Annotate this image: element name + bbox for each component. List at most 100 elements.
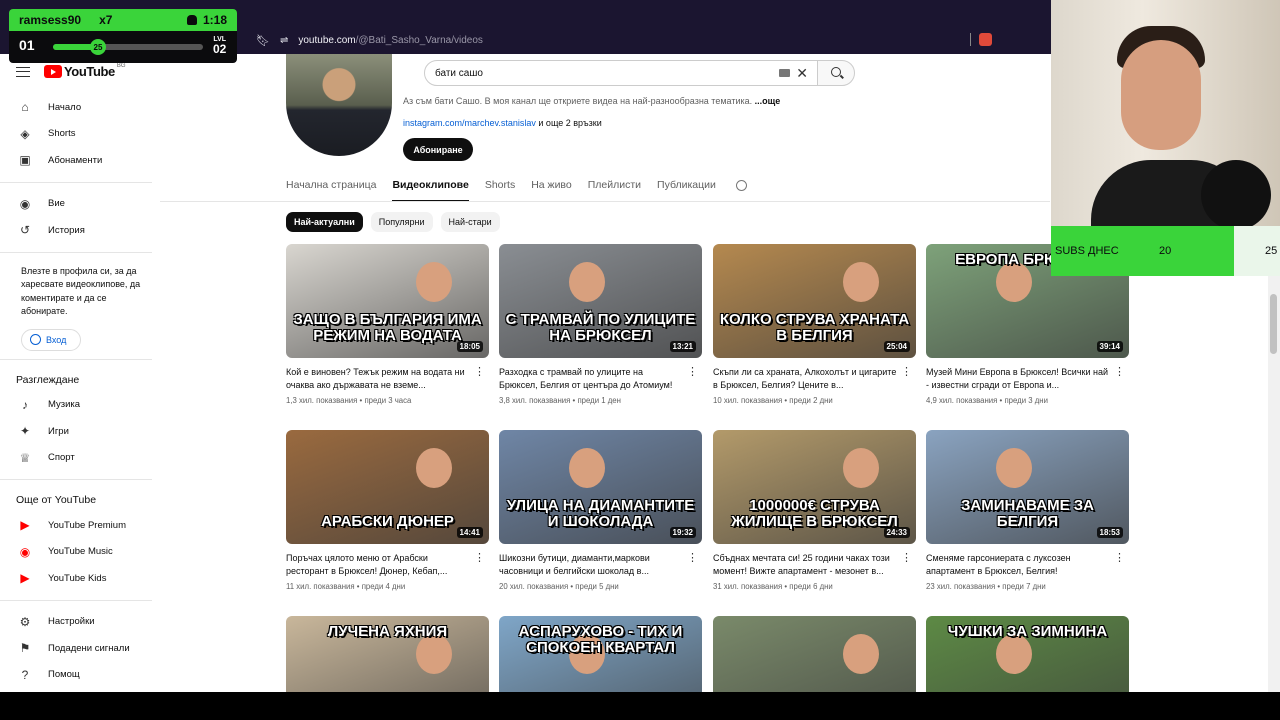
video-card[interactable]: 1000000€ СТРУВА ЖИЛИЩЕ В БРЮКСЕЛ 24:33 Сбъ… [713, 430, 916, 591]
video-meta: 31 хил. показвания • преди 6 дни [713, 582, 916, 591]
video-thumbnail[interactable]: АРАБСКИ ДЮНЕР 14:41 [286, 430, 489, 544]
brave-shield-icon[interactable] [979, 33, 992, 46]
sidebar-item-youtube-music[interactable]: ◉ YouTube Music [0, 539, 154, 566]
youtube-logo[interactable]: YouTube BG [44, 63, 126, 79]
tab-2[interactable]: Shorts [485, 172, 515, 202]
video-views: 4,9 хил. показвания [926, 396, 998, 405]
video-thumbnail[interactable]: ЧУШКИ ЗА ЗИМНИНА [926, 616, 1129, 692]
channel-about[interactable]: Аз съм бати Сашо. В моя канал ще откриет… [403, 96, 780, 106]
video-card[interactable]: ПИСНА МИ ДА [713, 616, 916, 692]
sidebar-item-history[interactable]: ↺ История [0, 217, 154, 244]
bookmark-icon[interactable]: 🔖︎ [256, 34, 270, 47]
hud-progress-value: 25 [90, 39, 106, 55]
scrollbar-thumb[interactable] [1270, 294, 1277, 354]
video-card[interactable]: ЗАМИНАВАМЕ ЗА БЕЛГИЯ 18:53 Сменяме гарсони… [926, 430, 1129, 591]
sidebar-item-label: Подадени сигнали [48, 642, 130, 654]
sidebar-item-user-circle[interactable]: ◉ Вие [0, 191, 154, 218]
channel-avatar[interactable] [286, 54, 392, 156]
sidebar-item-help[interactable]: ? Помощ [0, 662, 154, 689]
video-card[interactable]: ЛУЧЕНА ЯХНИЯ [286, 616, 489, 692]
video-views: 20 хил. показвания [499, 582, 569, 591]
video-views: 31 хил. показвания [713, 582, 783, 591]
thumbnail-text: ЗАЩО В БЪЛГАРИЯ ИМА РЕЖИМ НА ВОДАТА [293, 311, 482, 344]
thumbnail-person [569, 262, 605, 302]
thumbnail-person [996, 448, 1032, 488]
about-more[interactable]: ...още [755, 96, 781, 106]
sidebar-item-flag[interactable]: ⚑ Подадени сигнали [0, 635, 154, 662]
sidebar-item-shorts[interactable]: ◈ Shorts [0, 121, 154, 148]
more-heading: Още от YouTube [16, 494, 97, 506]
more-vert-icon[interactable]: ⋮ [901, 553, 912, 564]
video-thumbnail[interactable]: АСПАРУХОВО - ТИХ И СПОКОЕН КВАРТАЛ [499, 616, 702, 692]
tab-0[interactable]: Начална страница [286, 172, 376, 202]
more-vert-icon[interactable]: ⋮ [1114, 367, 1125, 378]
sidebar-divider [0, 181, 152, 183]
video-card[interactable]: КОЛКО СТРУВА ХРАНАТА В БЕЛГИЯ 25:04 Скъпи … [713, 244, 916, 405]
more-vert-icon[interactable]: ⋮ [474, 553, 485, 564]
video-card[interactable]: ЧУШКИ ЗА ЗИМНИНА [926, 616, 1129, 692]
video-duration: 13:21 [669, 341, 696, 352]
video-title[interactable]: Сменяме гарсониерата с луксозен апартаме… [926, 552, 1129, 578]
video-thumbnail[interactable]: ПИСНА МИ ДА [713, 616, 916, 692]
sidebar-item-trophy[interactable]: ♕ Спорт [0, 445, 154, 472]
sidebar-item-music[interactable]: ♪ Музика [0, 392, 154, 419]
sidebar-item-gamepad[interactable]: ✦ Игри [0, 418, 154, 445]
video-meta: 4,9 хил. показвания • преди 3 дни [926, 396, 1129, 405]
tab-1[interactable]: Видеоклипове [392, 172, 469, 202]
subscribe-button[interactable]: Абониране [403, 138, 473, 161]
hud-level-next: 02 [213, 42, 227, 56]
more-vert-icon[interactable]: ⋮ [687, 367, 698, 378]
sidebar-item-gear[interactable]: ⚙ Настройки [0, 609, 154, 636]
video-card[interactable]: С ТРАМВАЙ ПО УЛИЦИТЕ НА БРЮКСЕЛ 13:21 Разх… [499, 244, 702, 405]
video-title[interactable]: Шикозни бутици, диаманти,маркови часовни… [499, 552, 702, 578]
video-thumbnail[interactable]: УЛИЦА НА ДИАМАНТИТЕ И ШОКОЛАДА 19:32 [499, 430, 702, 544]
chip-1[interactable]: Популярни [370, 212, 433, 232]
stream-hud: ramsess90 x7 1:18 01 25 LVL 02 [9, 9, 237, 63]
video-thumbnail[interactable]: 1000000€ СТРУВА ЖИЛИЩЕ В БРЮКСЕЛ 24:33 [713, 430, 916, 544]
sidebar-item-home[interactable]: ⌂ Начало [0, 94, 154, 121]
close-icon[interactable]: ✕ [796, 65, 808, 82]
sidebar-item-youtube-kids[interactable]: ▶ YouTube Kids [0, 565, 154, 592]
video-title[interactable]: Поръчах цялото меню от Арабски ресторант… [286, 552, 489, 578]
video-thumbnail[interactable]: ЗАЩО В БЪЛГАРИЯ ИМА РЕЖИМ НА ВОДАТА 18:05 [286, 244, 489, 358]
search-input[interactable]: бати сашо ✕ [424, 60, 819, 86]
site-info-icon[interactable]: ⇌ [280, 35, 288, 46]
tab-4[interactable]: Плейлисти [588, 172, 641, 202]
more-vert-icon[interactable]: ⋮ [901, 367, 912, 378]
more-links[interactable]: и още 2 връзки [538, 118, 601, 128]
subs-count: 20 [1159, 245, 1172, 257]
menu-icon[interactable] [16, 66, 30, 77]
more-vert-icon[interactable]: ⋮ [1114, 553, 1125, 564]
video-title[interactable]: Разходка с трамвай по улиците на Брюксел… [499, 366, 702, 392]
tab-5[interactable]: Публикации [657, 172, 716, 202]
meta-separator: • [354, 582, 362, 591]
more-vert-icon[interactable]: ⋮ [687, 553, 698, 564]
video-card[interactable]: ЗАЩО В БЪЛГАРИЯ ИМА РЕЖИМ НА ВОДАТА 18:05… [286, 244, 489, 405]
video-title[interactable]: Скъпи ли са храната, Алкохолът и цигарит… [713, 366, 916, 392]
login-button[interactable]: Вход [21, 328, 81, 351]
sidebar-item-youtube-premium[interactable]: ▶ YouTube Premium [0, 512, 154, 539]
search-icon[interactable] [735, 180, 747, 191]
more-vert-icon[interactable]: ⋮ [474, 367, 485, 378]
video-thumbnail[interactable]: ЗАМИНАВАМЕ ЗА БЕЛГИЯ 18:53 [926, 430, 1129, 544]
thumbnail-person [996, 634, 1032, 674]
video-age: преди 5 дни [575, 582, 619, 591]
video-title[interactable]: Кой е виновен? Тежък режим на водата ни … [286, 366, 489, 392]
video-duration: 18:53 [1096, 527, 1123, 538]
video-thumbnail[interactable]: КОЛКО СТРУВА ХРАНАТА В БЕЛГИЯ 25:04 [713, 244, 916, 358]
video-card[interactable]: АРАБСКИ ДЮНЕР 14:41 Поръчах цялото меню от… [286, 430, 489, 591]
chip-2[interactable]: Най-стари [440, 212, 500, 232]
video-thumbnail[interactable]: С ТРАМВАЙ ПО УЛИЦИТЕ НА БРЮКСЕЛ 13:21 [499, 244, 702, 358]
video-title[interactable]: Музей Мини Европа в Брюксел! Всички най … [926, 366, 1129, 392]
chip-0[interactable]: Най-актуални [286, 212, 363, 232]
sidebar-item-subscriptions[interactable]: ▣ Абонаменти [0, 147, 154, 174]
search-button[interactable] [817, 60, 855, 86]
keyboard-icon[interactable] [779, 69, 790, 77]
video-card[interactable]: УЛИЦА НА ДИАМАНТИТЕ И ШОКОЛАДА 19:32 Шикоз… [499, 430, 702, 591]
video-card[interactable]: АСПАРУХОВО - ТИХ И СПОКОЕН КВАРТАЛ [499, 616, 702, 692]
instagram-link[interactable]: instagram.com/marchev.stanislav [403, 118, 536, 128]
address-bar[interactable]: 🔖︎ ⇌ youtube.com/@Bati_Sasho_Varna/video… [256, 29, 483, 51]
tab-3[interactable]: На живо [531, 172, 572, 202]
video-thumbnail[interactable]: ЛУЧЕНА ЯХНИЯ [286, 616, 489, 692]
video-title[interactable]: Сбъднах мечтата си! 25 години чаках този… [713, 552, 916, 578]
